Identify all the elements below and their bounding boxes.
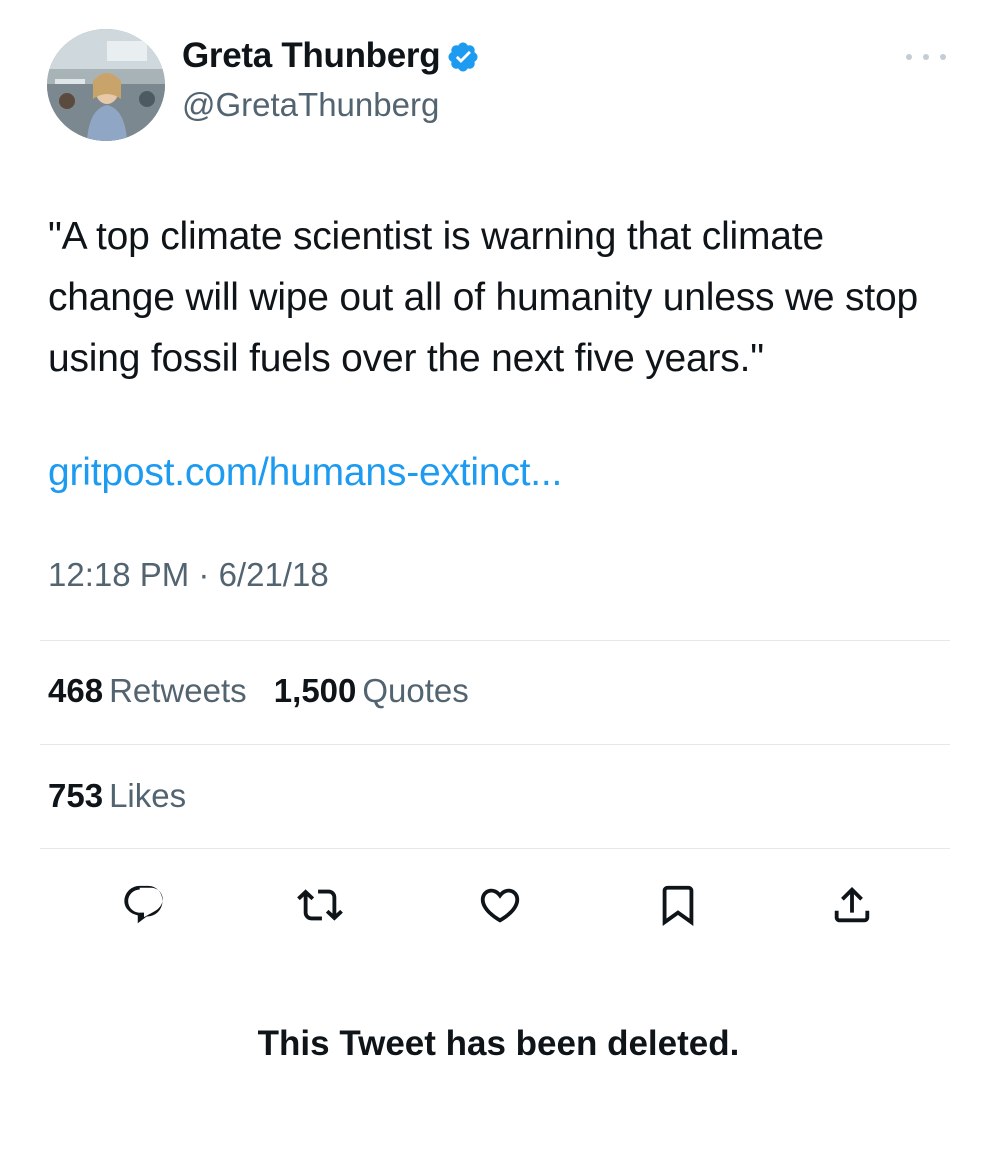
more-dot xyxy=(923,54,929,60)
divider xyxy=(40,744,950,745)
divider xyxy=(40,640,950,641)
quotes-count: 1,500 xyxy=(273,672,357,709)
display-name-text: Greta Thunberg xyxy=(182,36,441,75)
likes-stat[interactable]: 753 Likes xyxy=(48,777,186,815)
like-icon xyxy=(480,888,520,923)
quotes-stat[interactable]: 1,500 Quotes xyxy=(274,672,469,710)
verified-badge-icon xyxy=(448,42,478,72)
retweets-count: 468 xyxy=(48,672,104,709)
display-name[interactable]: Greta Thunberg xyxy=(182,36,480,76)
avatar[interactable] xyxy=(47,29,165,141)
more-options-icon[interactable] xyxy=(906,50,946,64)
reply-icon xyxy=(124,885,163,924)
author-handle[interactable]: @GretaThunberg xyxy=(182,86,439,124)
more-dot xyxy=(940,54,946,60)
tweet-timestamp[interactable]: 12:18 PM · 6/21/18 xyxy=(48,556,329,594)
action-bar xyxy=(0,875,997,935)
reply-button[interactable] xyxy=(114,875,174,935)
like-button[interactable] xyxy=(470,875,530,935)
likes-stats-row: 753 Likes xyxy=(48,777,204,815)
bookmark-button[interactable] xyxy=(648,875,708,935)
retweet-button[interactable] xyxy=(290,875,350,935)
divider xyxy=(40,848,950,849)
tweet-link[interactable]: gritpost.com/humans-extinct... xyxy=(48,442,562,503)
likes-count: 753 xyxy=(48,777,104,814)
bookmark-icon xyxy=(662,885,694,926)
retweet-icon xyxy=(297,889,343,921)
avatar-photo xyxy=(47,29,165,141)
retweets-stat[interactable]: 468 Retweets xyxy=(48,672,247,710)
tweet-text: "A top climate scientist is warning that… xyxy=(48,215,918,380)
share-button[interactable] xyxy=(822,875,882,935)
deleted-tweet-notice: This Tweet has been deleted. xyxy=(257,1024,740,1063)
more-dot xyxy=(906,54,912,60)
engagement-stats-row: 468 Retweets 1,500 Quotes xyxy=(48,672,487,710)
share-icon xyxy=(834,886,870,923)
quotes-label: Quotes xyxy=(362,672,469,709)
likes-label: Likes xyxy=(109,777,187,814)
retweets-label: Retweets xyxy=(109,672,247,709)
tweet-card: Greta Thunberg @GretaThunberg "A top cli… xyxy=(0,0,997,1154)
